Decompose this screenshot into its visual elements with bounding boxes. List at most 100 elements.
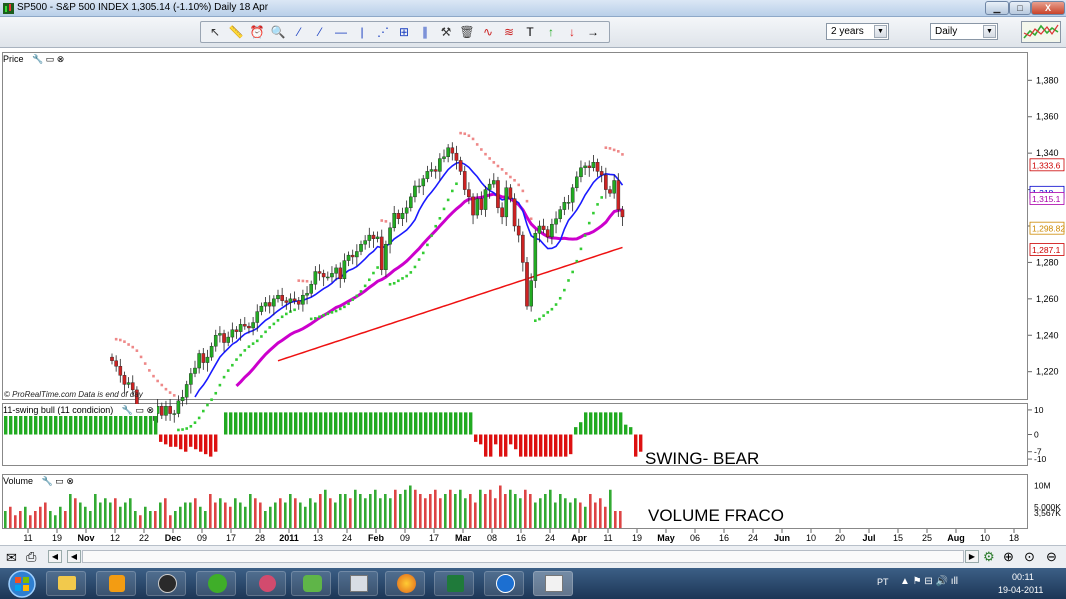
alarm-icon[interactable]: ⏰	[249, 24, 265, 40]
volume-bar	[24, 506, 27, 528]
candle-body	[130, 382, 135, 391]
clock-time[interactable]: 00:11	[1012, 572, 1034, 582]
trash-icon[interactable]: 🗑	[459, 24, 475, 40]
close-button[interactable]: X	[1031, 1, 1065, 15]
volume-bar	[504, 494, 507, 528]
candle-body	[379, 236, 384, 270]
taskbar-hp[interactable]	[146, 571, 186, 596]
taskbar-messenger[interactable]	[291, 571, 331, 596]
swing-bar	[589, 412, 593, 435]
taskbar-explorer[interactable]	[46, 571, 86, 596]
chevron-down-icon[interactable]: ▼	[983, 25, 996, 38]
fibonacci-icon[interactable]: ≋	[501, 24, 517, 40]
wrench-icon[interactable]: 🔧	[122, 405, 133, 415]
close-panel-icon[interactable]: ⊗	[147, 405, 155, 415]
volume-bar	[54, 515, 57, 528]
maximize-button[interactable]: □	[1009, 1, 1031, 15]
window-icon[interactable]: ▭	[46, 54, 55, 64]
tray-icons[interactable]: ▲ ⚑ ⊟ 🔊 ıll	[900, 576, 958, 587]
window-icon[interactable]: ▭	[135, 405, 144, 415]
line-icon[interactable]: ⁄	[291, 24, 307, 40]
wrench-icon[interactable]: 🔧	[32, 54, 43, 64]
candle-body	[259, 305, 264, 312]
scroll-right-icon[interactable]: ▶	[965, 550, 979, 563]
volume-bar	[94, 494, 97, 528]
arrow-down-icon[interactable]: ↓	[564, 24, 580, 40]
taskbar-excel[interactable]	[434, 571, 474, 596]
wrench-icon[interactable]: 🔧	[42, 476, 53, 486]
price-series	[110, 131, 625, 432]
close-panel-icon[interactable]: ⊗	[57, 54, 65, 64]
window-icon[interactable]: ▭	[55, 476, 64, 486]
taskbar-firefox[interactable]	[385, 571, 425, 596]
arrow-right-icon[interactable]: →	[585, 24, 601, 40]
volume-bar	[399, 494, 402, 528]
zoom-in-icon[interactable]: ⊕	[1003, 549, 1014, 565]
scroll-left-icon[interactable]: ◀	[67, 550, 81, 563]
channel-icon[interactable]: ∿	[480, 24, 496, 40]
grid-icon[interactable]: ⊞	[396, 24, 412, 40]
minimize-button[interactable]: ▁	[985, 1, 1009, 15]
swing-bar	[199, 434, 203, 452]
segment-icon[interactable]: ⁄	[312, 24, 328, 40]
arrow-up-icon[interactable]: ↑	[543, 24, 559, 40]
taskbar-bing[interactable]	[484, 571, 524, 596]
sar-dot	[401, 277, 404, 280]
chevron-down-icon[interactable]: ▼	[874, 25, 887, 38]
swing-panel-header[interactable]: 11-swing bull (11 condicion) 🔧 ▭ ⊗	[3, 404, 158, 416]
candle-body	[479, 198, 484, 210]
volume-panel-header[interactable]: Volume 🔧 ▭ ⊗	[3, 475, 77, 487]
sar-dot	[413, 265, 417, 269]
sar-dot	[608, 147, 612, 150]
cursor-icon[interactable]: ↖	[207, 24, 223, 40]
zoom-out-icon[interactable]: ⊖	[1046, 549, 1057, 565]
volume-bar	[494, 498, 497, 528]
print-icon[interactable]: ⎙	[26, 549, 36, 565]
sar-dot	[496, 164, 500, 168]
volume-bar	[19, 511, 22, 528]
sar-dot	[351, 298, 354, 301]
taskbar-prorealtime[interactable]	[533, 571, 573, 596]
close-panel-icon[interactable]: ⊗	[66, 476, 74, 486]
vertical-line-icon[interactable]: |	[354, 24, 370, 40]
candle-body	[168, 406, 172, 414]
settings-icon[interactable]: ⚙	[983, 549, 995, 565]
period-select[interactable]: 2 years ▼	[826, 23, 889, 40]
sar-dot	[587, 221, 591, 225]
sar-dot	[384, 220, 388, 223]
candle-body	[409, 196, 413, 208]
chart-svg[interactable]: 1,3801,3601,3401,3201,3001,2801,2601,240…	[0, 48, 1066, 545]
ruler-icon[interactable]: 📏	[228, 24, 244, 40]
mail-icon[interactable]: ✉	[6, 550, 17, 566]
swing-bar	[204, 434, 208, 455]
hammer-icon[interactable]: ⚒	[438, 24, 454, 40]
taskbar-utorrent[interactable]	[196, 571, 236, 596]
taskbar-editor[interactable]	[338, 571, 378, 596]
price-panel-header[interactable]: Price 🔧 ▭ ⊗	[3, 53, 68, 65]
volume-bar	[409, 485, 412, 528]
chart-area[interactable]: 1,3801,3601,3401,3201,3001,2801,2601,240…	[0, 48, 1066, 545]
chart-style-icon[interactable]	[1021, 21, 1061, 43]
sar-dot	[264, 330, 267, 334]
swing-bar	[544, 434, 548, 457]
interval-select[interactable]: Daily ▼	[930, 23, 998, 40]
clock-date[interactable]: 19-04-2011	[998, 585, 1043, 595]
start-button[interactable]	[4, 569, 40, 599]
language-indicator[interactable]: PT	[877, 577, 889, 587]
fan-icon[interactable]: ⋰	[375, 24, 391, 40]
volume-bar	[334, 502, 337, 528]
candle-body	[363, 240, 367, 245]
taskbar-app[interactable]	[246, 571, 286, 596]
volume-bar	[269, 506, 272, 528]
zoom-icon[interactable]: 🔍	[270, 24, 286, 40]
parallel-icon[interactable]: ∥	[417, 24, 433, 40]
zoom-fit-icon[interactable]: ⊙	[1024, 549, 1035, 565]
swing-bar	[559, 434, 563, 457]
scroll-left-icon[interactable]: ◀	[48, 550, 62, 563]
text-icon[interactable]: T	[522, 24, 538, 40]
candle-body	[516, 225, 521, 236]
sar-dot	[193, 421, 197, 424]
taskbar-media[interactable]	[96, 571, 136, 596]
horizontal-line-icon[interactable]: —	[333, 24, 349, 40]
horizontal-scrollbar[interactable]	[82, 550, 964, 563]
